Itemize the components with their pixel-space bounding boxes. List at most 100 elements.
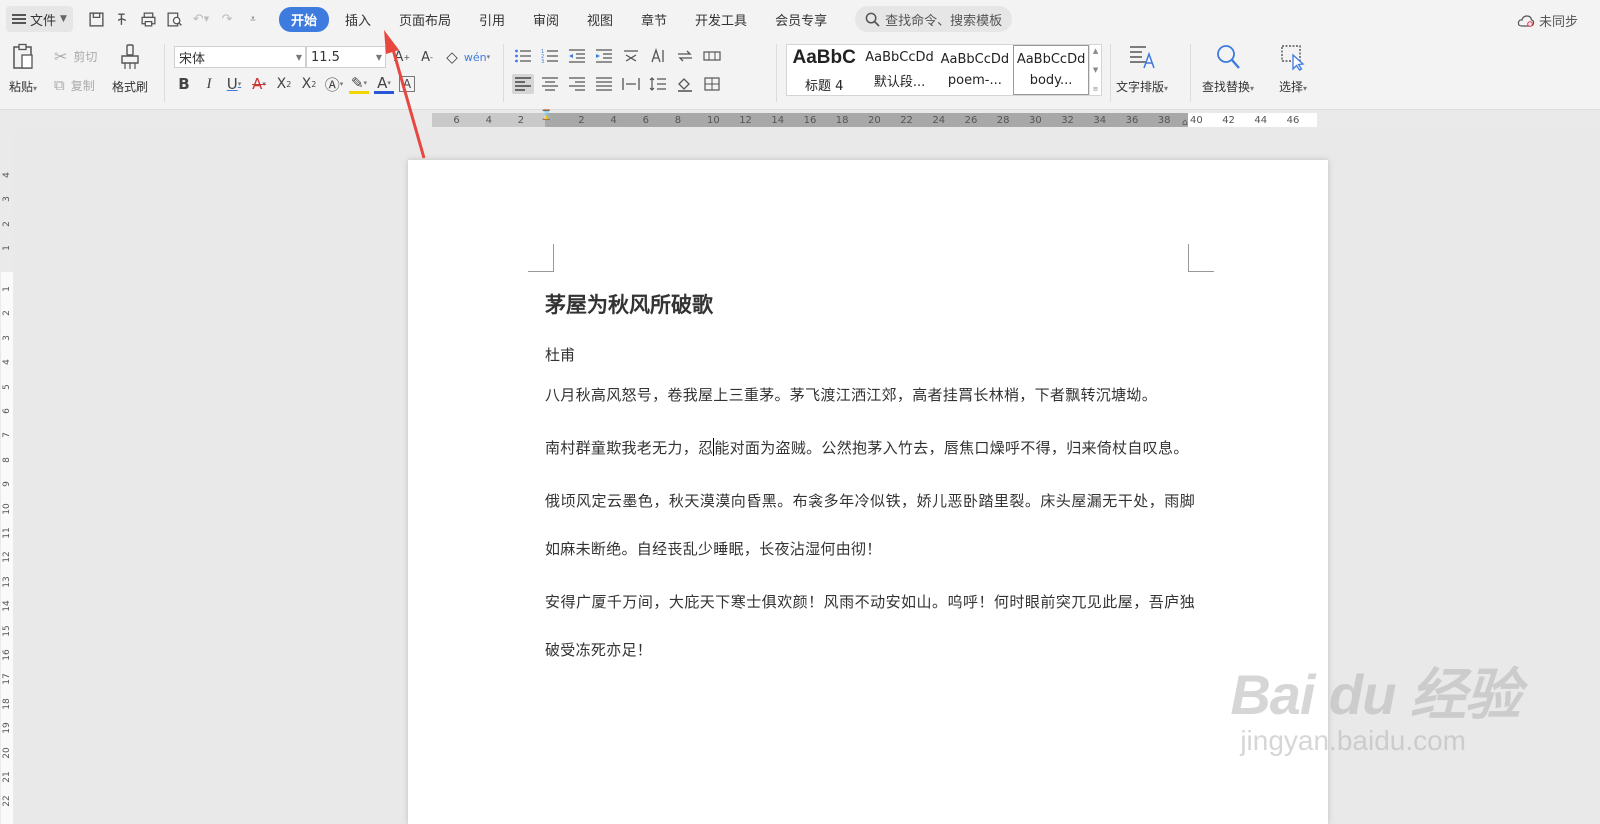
distributed-align-icon[interactable] <box>620 74 642 94</box>
font-size-select[interactable]: 11.5 ▼ <box>306 46 386 68</box>
ruler-tick-label: 5 <box>2 383 12 390</box>
quick-access-toolbar: ↶ ▼ ↷ ⩡ <box>87 9 263 29</box>
superscript-icon[interactable]: X2 <box>274 74 294 94</box>
align-center-icon[interactable] <box>539 74 561 94</box>
line-spacing-direction-icon[interactable] <box>674 46 696 66</box>
command-search-box[interactable]: 查找命令、搜索模板 <box>855 6 1013 32</box>
file-menu-label: 文件 <box>30 13 57 29</box>
document-page[interactable]: 茅屋为秋风所破歌 杜甫 八月秋高风怒号，卷我屋上三重茅。茅飞渡江洒江郊，高者挂罥… <box>408 160 1328 824</box>
search-icon <box>865 12 880 27</box>
tab-sections[interactable]: 章节 <box>629 7 679 32</box>
clear-format-icon[interactable]: ◇ <box>442 47 462 67</box>
watermark-brand: Bai du 经验 <box>1230 663 1521 726</box>
format-painter-button[interactable]: 格式刷 <box>112 42 148 95</box>
right-indent-marker[interactable]: ⌂ <box>1182 118 1188 128</box>
borders-icon[interactable] <box>701 74 723 94</box>
ruler-tick-label: 3 <box>2 334 12 341</box>
sync-status-button[interactable]: 未同步 <box>1517 11 1578 30</box>
customize-toolbar-icon[interactable]: ⩡ <box>243 9 263 29</box>
redo-icon[interactable]: ↷ <box>217 9 237 29</box>
style-default-paragraph[interactable]: AaBbCcDd 默认段... <box>862 45 937 95</box>
select-button[interactable]: 选择▾ <box>1278 42 1308 95</box>
tab-home[interactable]: 开始 <box>278 6 329 32</box>
poem-paragraph[interactable]: 八月秋高风怒号，卷我屋上三重茅。茅飞渡江洒江郊，高者挂罥长林梢，下者飘转沉塘坳。 <box>545 371 1195 419</box>
tab-references[interactable]: 引用 <box>467 7 517 32</box>
document-body[interactable]: 茅屋为秋风所破歌 杜甫 八月秋高风怒号，卷我屋上三重茅。茅飞渡江洒江郊，高者挂罥… <box>545 290 1195 674</box>
paste-label: 粘贴 <box>8 80 33 94</box>
undo-icon[interactable]: ↶ ▼ <box>191 9 211 29</box>
text-direction-icon[interactable] <box>647 46 669 66</box>
bold-icon[interactable]: B <box>174 74 194 94</box>
chinese-layout-icon[interactable] <box>620 46 642 66</box>
copy-button[interactable]: ⧉ 复制 <box>54 76 95 94</box>
export-pdf-icon[interactable] <box>113 9 133 29</box>
print-icon[interactable] <box>139 9 159 29</box>
phonetic-guide-icon[interactable]: wén ▾ <box>464 47 490 67</box>
vertical-ruler[interactable]: 4 3 2 1 1 2 3 4 5 6 7 8 9 10 11 12 13 14 15 16 17 18 19 20 21 22 <box>0 130 14 824</box>
poem-title[interactable]: 茅屋为秋风所破歌 <box>545 292 1195 318</box>
cut-button[interactable]: ✂ 剪切 <box>54 47 97 66</box>
font-size-value: 11.5 <box>311 49 340 65</box>
tab-page-layout[interactable]: 页面布局 <box>387 7 463 32</box>
expand-gallery-icon[interactable]: ≡ <box>1093 85 1099 93</box>
styles-scrollbar[interactable]: ▲ ▼ ≡ <box>1089 45 1101 95</box>
table-grid-icon[interactable] <box>701 46 723 66</box>
text-effect-icon[interactable]: Ⓐ ▾ <box>324 74 344 94</box>
text-layout-icon <box>1127 42 1157 72</box>
select-label: 选择 <box>1278 80 1303 94</box>
shrink-font-icon[interactable]: A- <box>417 47 437 67</box>
style-poem[interactable]: AaBbCcDd poem-... <box>938 45 1013 95</box>
highlight-icon[interactable]: ✎ ▾ <box>349 74 369 94</box>
style-heading-4[interactable]: AaBbC 标题 4 <box>787 45 862 95</box>
tab-member[interactable]: 会员专享 <box>763 7 839 32</box>
character-border-icon[interactable]: A <box>399 76 415 92</box>
tab-review[interactable]: 审阅 <box>521 7 571 32</box>
font-name-select[interactable]: 宋体 ▼ <box>174 46 306 68</box>
grow-font-icon[interactable]: A + <box>392 47 412 67</box>
ruler-tick-label: 2 <box>517 115 525 126</box>
print-preview-icon[interactable] <box>165 9 185 29</box>
tab-developer[interactable]: 开发工具 <box>683 7 759 32</box>
file-menu-button[interactable]: 文件 ▼ <box>6 6 73 32</box>
indent-marker[interactable]: ⌛ <box>540 110 552 121</box>
numbered-list-icon[interactable]: 123 <box>539 46 561 66</box>
paragraph-text: 能对面为盗贼。公然抱茅入竹去，唇焦口燥呼不得，归来倚杖自叹息。 <box>714 439 1189 457</box>
shading-icon[interactable] <box>674 74 696 94</box>
text-layout-button[interactable]: 文字排版▾ <box>1116 42 1168 95</box>
tab-insert[interactable]: 插入 <box>333 7 383 32</box>
ruler-tick-label: 9 <box>2 481 12 488</box>
style-body[interactable]: AaBbCcDd body... <box>1013 45 1090 95</box>
ruler-tick-label: 16 <box>803 115 817 126</box>
ruler-tick-label: 10 <box>2 502 12 515</box>
tab-view[interactable]: 视图 <box>575 7 625 32</box>
style-name: 标题 4 <box>804 78 844 94</box>
chevron-down-icon[interactable]: ▼ <box>1093 66 1098 74</box>
underline-icon[interactable]: U ▾ <box>224 74 244 94</box>
vertical-ruler-text-area <box>1 272 13 824</box>
save-icon[interactable] <box>87 9 107 29</box>
ruler-tick-label: 4 <box>610 115 617 126</box>
ruler-tick-label: 18 <box>835 115 849 126</box>
decrease-indent-icon[interactable] <box>566 46 588 66</box>
strikethrough-icon[interactable]: A ▾ <box>249 74 269 94</box>
italic-icon[interactable]: I <box>199 74 219 94</box>
paste-button[interactable]: 粘贴▾ <box>8 42 38 95</box>
bullet-list-icon[interactable] <box>512 46 534 66</box>
font-color-icon[interactable]: A ▾ <box>374 74 394 94</box>
poem-paragraph[interactable]: 南村群童欺我老无力，忍能对面为盗贼。公然抱茅入竹去，唇焦口燥呼不得，归来倚杖自叹… <box>545 424 1195 472</box>
dropdown-arrow-icon: ▼ <box>295 52 302 62</box>
subscript-icon[interactable]: X2 <box>299 74 319 94</box>
find-replace-button[interactable]: 查找替换▾ <box>1202 42 1254 95</box>
align-right-icon[interactable] <box>566 74 588 94</box>
increase-indent-icon[interactable] <box>593 46 615 66</box>
horizontal-ruler[interactable]: 6 4 2 2 4 6 8 10 12 14 16 18 20 22 24 26 28 30 32 34 36 38 40 4… <box>0 110 1600 130</box>
poem-paragraph[interactable]: 俄顷风定云墨色，秋天漠漠向昏黑。布衾多年冷似铁，娇儿恶卧踏里裂。床头屋漏无干处，… <box>545 477 1195 573</box>
justify-icon[interactable] <box>593 74 615 94</box>
scissors-icon: ✂ <box>54 47 68 66</box>
align-left-icon[interactable] <box>512 74 534 94</box>
line-spacing-icon[interactable] <box>647 74 669 94</box>
ruler-tick-label: 13 <box>2 576 12 588</box>
chevron-up-icon[interactable]: ▲ <box>1093 47 1098 55</box>
poem-paragraph[interactable]: 安得广厦千万间，大庇天下寒士俱欢颜！风雨不动安如山。呜呼！何时眼前突兀见此屋，吾… <box>545 578 1195 674</box>
poem-author[interactable]: 杜甫 <box>545 344 1195 366</box>
